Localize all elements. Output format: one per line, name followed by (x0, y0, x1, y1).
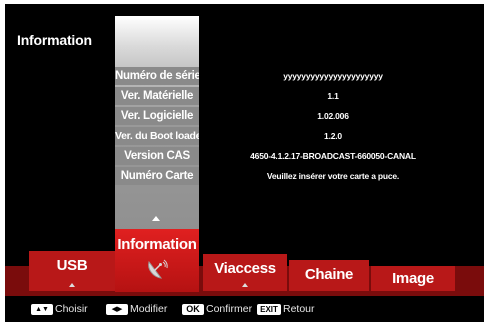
tab-chaine-label: Chaine (304, 266, 354, 283)
screen: Information Numéro de série yyyyyyyyyyyy… (5, 4, 484, 322)
tab-usb-label: USB (56, 257, 88, 274)
info-label-hardware: Ver. Matérielle (115, 87, 199, 105)
tab-chaine[interactable]: Chaine (289, 260, 369, 291)
satellite-dish-icon (148, 259, 168, 279)
legend-confirmer: OK Confirmer (182, 303, 252, 315)
info-value-card: Veuillez insérer votre carte a puce. (266, 171, 400, 181)
up-down-arrows-icon: ▲▼ (31, 303, 53, 315)
tab-viaccess[interactable]: Viaccess (203, 254, 287, 291)
tab-information[interactable]: Information (115, 229, 199, 292)
tab-usb-indicator-icon (69, 283, 75, 287)
legend-choisir: ▲▼ Choisir (31, 303, 88, 315)
tab-usb[interactable]: USB (29, 251, 115, 291)
tab-information-label: Information (117, 236, 197, 253)
info-value-cas: 4650-4.1.2.17-BROADCAST-660050-CANAL (250, 151, 416, 161)
page-title: Information (17, 32, 92, 48)
info-value-hardware: 1.1 (327, 91, 339, 101)
info-label-cas: Version CAS (115, 147, 199, 165)
tab-viaccess-label: Viaccess (214, 260, 276, 277)
info-label-card: Numéro Carte (115, 167, 199, 185)
tab-image[interactable]: Image (371, 266, 455, 291)
legend-modifier-label: Modifier (130, 303, 168, 315)
tab-viaccess-indicator-icon (242, 283, 248, 287)
key-legend: ▲▼ Choisir ◀▶ Modifier OK Confirmer EXIT… (5, 296, 484, 322)
legend-confirmer-label: Confirmer (206, 303, 253, 315)
ok-key-icon: OK (182, 303, 204, 315)
info-label-column (115, 16, 199, 234)
exit-key-icon: EXIT (257, 303, 281, 315)
info-value-bootloader: 1.2.0 (324, 131, 342, 141)
info-label-serial: Numéro de série (115, 67, 199, 85)
legend-modifier: ◀▶ Modifier (106, 303, 167, 315)
scroll-up-arrow-icon[interactable] (152, 216, 160, 221)
legend-retour-label: Retour (283, 303, 315, 315)
info-label-bootloader: Ver. du Boot loader (115, 127, 199, 145)
info-label-software: Ver. Logicielle (115, 107, 199, 125)
legend-retour: EXIT Retour (257, 303, 315, 315)
left-right-arrows-icon: ◀▶ (106, 303, 128, 315)
legend-choisir-label: Choisir (55, 303, 88, 315)
info-value-software: 1.02.006 (317, 111, 349, 121)
info-value-serial: yyyyyyyyyyyyyyyyyyyyyy (283, 71, 383, 81)
tab-image-label: Image (392, 270, 434, 287)
